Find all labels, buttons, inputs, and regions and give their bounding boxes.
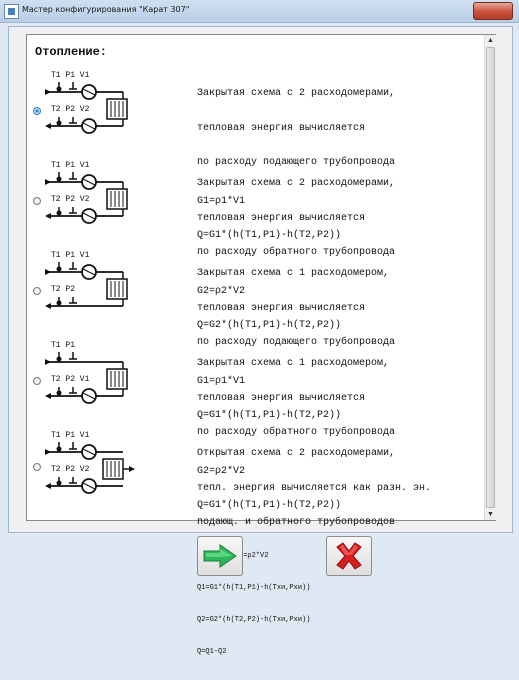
desc-line: Закрытая схема с 1 расходомером, — [197, 268, 390, 279]
window-title: Мастер конфигурирования "Карат 307" — [22, 5, 190, 14]
section-heading: Отопление: — [35, 45, 108, 59]
desc-line: тепловая энергия вычисляется — [197, 392, 366, 404]
scheme-radio-2[interactable] — [33, 197, 41, 205]
green-arrow-right-icon — [203, 544, 237, 568]
scheme-option-2[interactable]: T1 P1 V1 T2 P2 V2 Закрытая схема с 2 рас… — [27, 155, 477, 331]
window-close-button[interactable] — [473, 2, 513, 20]
scrollbar-thumb[interactable] — [486, 47, 495, 508]
formula-line: Q=Q1-Q2 — [197, 647, 227, 656]
schema-top-labels: T1 P1 V1 — [51, 251, 90, 260]
scheme-option-1[interactable]: T1 P1 V1 T2 P2 V2 Закрытая схема с 2 рас… — [27, 65, 477, 241]
desc-line: Закрытая схема с 2 расходомерами, — [197, 178, 396, 189]
formula-line: Q1=G1*(h(T1,P1)-h(Tхи,Pхи)) — [197, 583, 311, 592]
scheme-radio-3[interactable] — [33, 287, 41, 295]
desc-line: Открытая схема с 2 расходомерами, — [197, 448, 396, 459]
scroll-up-arrow-icon[interactable]: ▲ — [485, 35, 496, 46]
schema-bottom-labels: T2 P2 V2 — [51, 465, 90, 474]
desc-line: тепл. энергия вычисляется как разн. эн. — [197, 482, 432, 494]
heating-schemes-panel: Отопление: T1 P1 V1 T2 P2 V2 Закрытая сх… — [26, 34, 496, 656]
schema-bottom-labels: T2 P2 — [51, 285, 75, 294]
scheme-diagram-2: T1 P1 V1 T2 P2 V2 — [45, 161, 128, 224]
desc-line: тепловая энергия вычисляется — [197, 302, 366, 314]
scheme-radio-1[interactable] — [33, 107, 41, 115]
scheme-diagram-4: T1 P1 T2 P2 V1 — [45, 341, 128, 404]
scheme-diagram-5: T1 P1 V1 T2 P2 V2 — [45, 431, 135, 494]
desc-line: Закрытая схема с 1 расходомером, — [197, 358, 390, 369]
scheme-diagram-1: T1 P1 V1 T2 P2 V2 — [45, 71, 128, 134]
red-cross-icon — [336, 542, 362, 570]
desc-line: тепловая энергия вычисляется — [197, 212, 366, 224]
scheme-option-5[interactable]: T1 P1 V1 T2 P2 V2 Открытая схема с 2 рас… — [27, 425, 477, 656]
schema-bottom-labels: T2 P2 V2 — [51, 105, 90, 114]
scheme-radio-5[interactable] — [33, 463, 41, 471]
scheme-option-4[interactable]: T1 P1 T2 P2 V1 Закрытая схема с 1 расход… — [27, 335, 477, 511]
schema-bottom-labels: T2 P2 V2 — [51, 195, 90, 204]
title-bar: Мастер конфигурирования "Карат 307" — [0, 0, 519, 23]
cancel-button[interactable] — [326, 536, 372, 576]
vertical-scrollbar[interactable]: ▲ ▼ — [484, 35, 496, 520]
schema-top-labels: T1 P1 — [51, 341, 75, 350]
scheme-option-3[interactable]: T1 P1 V1 T2 P2 Закрытая схема с 1 расход… — [27, 245, 477, 421]
desc-line: Закрытая схема с 2 расходомерами, — [197, 88, 396, 99]
scheme-diagram-3: T1 P1 V1 T2 P2 — [45, 251, 128, 309]
schema-bottom-labels: T2 P2 V1 — [51, 375, 90, 384]
desc-line: подающ. и обратного трубопроводов — [197, 517, 396, 528]
formula-line: Q2=G2*(h(T2,P2)-h(Tхи,Pхи)) — [197, 615, 311, 624]
schema-top-labels: T1 P1 V1 — [51, 431, 90, 440]
scroll-down-arrow-icon[interactable]: ▼ — [485, 509, 496, 520]
schema-top-labels: T1 P1 V1 — [51, 161, 90, 170]
scheme-radio-4[interactable] — [33, 377, 41, 385]
app-icon — [4, 4, 19, 19]
desc-line: тепловая энергия вычисляется — [197, 122, 366, 134]
schema-top-labels: T1 P1 V1 — [51, 71, 90, 80]
next-button[interactable] — [197, 536, 243, 576]
